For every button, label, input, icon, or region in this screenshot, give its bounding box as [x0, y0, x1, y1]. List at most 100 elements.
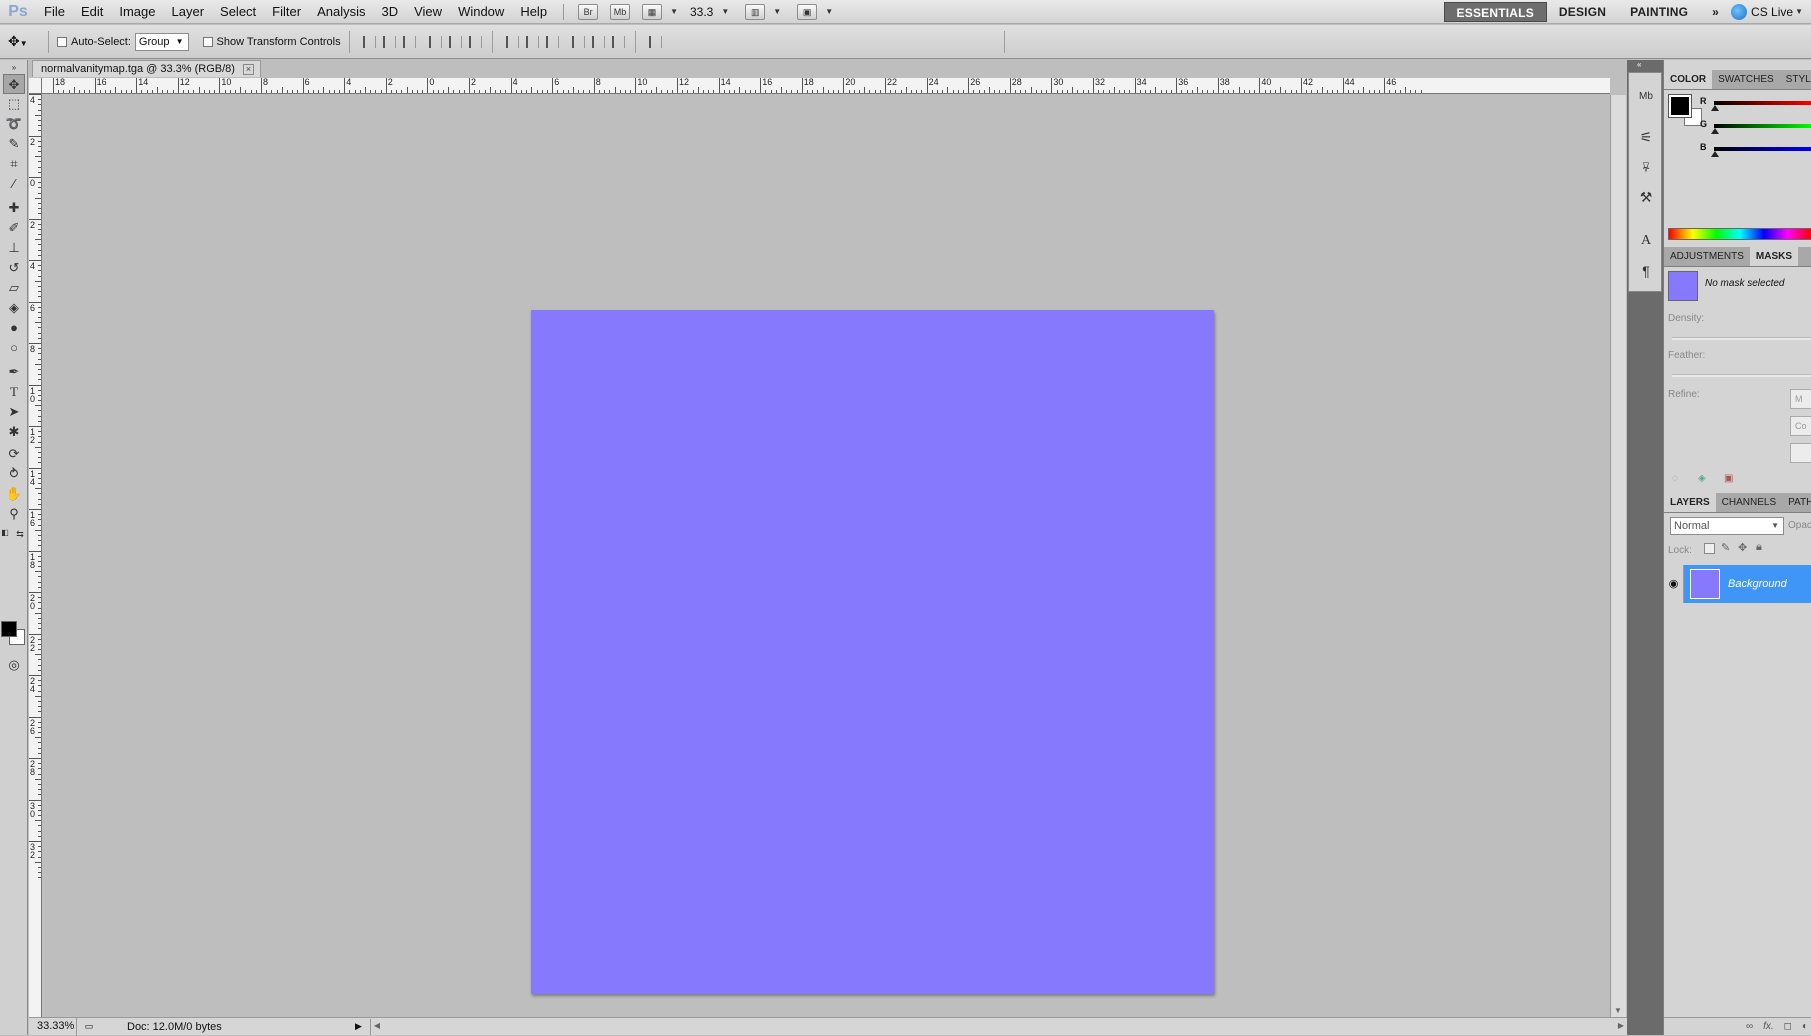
menu-filter[interactable]: Filter	[264, 0, 309, 24]
distribute-top-edges-icon[interactable]	[503, 34, 519, 50]
view-extras-button[interactable]: ▦	[642, 3, 663, 20]
tab-paths[interactable]: PATHS	[1782, 493, 1811, 512]
chevron-down-icon[interactable]: ▼	[773, 7, 781, 16]
tool-presets-panel-icon[interactable]: ⚒	[1636, 187, 1656, 207]
green-slider-track[interactable]	[1714, 124, 1811, 128]
tab-swatches[interactable]: SWATCHES	[1712, 70, 1780, 89]
blue-slider[interactable]: B	[1700, 142, 1811, 157]
layer-name[interactable]: Background	[1728, 578, 1787, 590]
workspace-painting[interactable]: PAINTING	[1618, 2, 1700, 22]
menu-image[interactable]: Image	[111, 0, 163, 24]
document-workspace[interactable]	[43, 95, 1610, 1017]
cs-live-button[interactable]: CS Live ▼	[1731, 3, 1811, 20]
show-transform-controls-checkbox[interactable]: Show Transform Controls	[202, 36, 341, 48]
menu-view[interactable]: View	[406, 0, 450, 24]
red-slider-thumb[interactable]	[1711, 105, 1719, 111]
vertical-ruler[interactable]: 4 2 0 2 4 6 8 1 0 1 2 1 4 1 6 1 8 2 0 2 2 2 4 2 6 2 8 3 0…	[29, 94, 42, 1017]
status-zoom-field[interactable]: 33.33%	[29, 1017, 77, 1036]
collapse-toolbox-icon[interactable]: »	[3, 62, 25, 74]
chevron-down-icon[interactable]: ▼	[670, 7, 678, 16]
scroll-down-arrow-icon[interactable]: ▼	[1614, 1006, 1622, 1015]
clone-stamp-tool-icon[interactable]: ⊥	[3, 238, 25, 258]
swap-colors-icon[interactable]: ⇆	[14, 528, 26, 540]
blend-mode-select[interactable]: Normal ▼	[1670, 517, 1784, 535]
menu-help[interactable]: Help	[512, 0, 555, 24]
feather-slider[interactable]	[1672, 374, 1811, 377]
chevron-down-icon[interactable]: ▼	[825, 7, 833, 16]
lock-all-icon[interactable]: 🔒︎	[1756, 541, 1762, 554]
auto-select-target-select[interactable]: Group ▼	[134, 32, 189, 51]
align-bottom-edges-icon[interactable]	[400, 34, 416, 50]
auto-align-layers-icon[interactable]	[646, 34, 662, 50]
distribute-horizontal-centers-icon[interactable]	[589, 34, 605, 50]
checkbox-box[interactable]	[57, 36, 67, 47]
spot-healing-brush-tool-icon[interactable]: ✚	[3, 198, 25, 218]
blur-tool-icon[interactable]: ●	[3, 318, 25, 338]
default-colors-icon[interactable]: ◧	[0, 528, 10, 538]
bridge-button[interactable]: Br	[578, 3, 599, 20]
distribute-right-edges-icon[interactable]	[609, 34, 625, 50]
invert-button[interactable]	[1790, 443, 1811, 463]
red-slider-track[interactable]	[1714, 101, 1811, 105]
color-range-button[interactable]: Co	[1790, 416, 1811, 436]
custom-shape-tool-icon[interactable]: ✱	[3, 422, 25, 442]
checkbox-box[interactable]	[202, 36, 213, 47]
quick-mask-icon[interactable]: ◎	[3, 655, 25, 675]
layer-row-background[interactable]: ◉ Background	[1664, 565, 1811, 603]
dodge-tool-icon[interactable]: ○	[3, 338, 25, 358]
lock-pixels-icon[interactable]: ✎	[1721, 541, 1730, 554]
red-slider[interactable]: R	[1700, 96, 1811, 111]
menu-edit[interactable]: Edit	[73, 0, 111, 24]
menu-window[interactable]: Window	[450, 0, 512, 24]
type-tool-icon[interactable]: T	[3, 382, 25, 402]
hand-tool-icon[interactable]: ✋	[3, 484, 25, 504]
color-spectrum-bar[interactable]	[1668, 228, 1811, 240]
tab-channels[interactable]: CHANNELS	[1716, 493, 1782, 512]
vertical-scrollbar[interactable]: ▼	[1610, 95, 1626, 1017]
color-panel-foreground-swatch[interactable]	[1668, 94, 1692, 118]
eye-icon[interactable]: ◉	[1664, 565, 1684, 603]
green-slider[interactable]: G	[1700, 119, 1811, 134]
eraser-tool-icon[interactable]: ▱	[3, 278, 25, 298]
horizontal-scrollbar[interactable]: ◀ ▶	[369, 1018, 1627, 1035]
align-horizontal-centers-icon[interactable]	[446, 34, 462, 50]
green-slider-thumb[interactable]	[1711, 128, 1719, 134]
rectangular-marquee-tool-icon[interactable]: ⬚	[3, 94, 25, 114]
zoom-level-field[interactable]: 33.3	[690, 5, 713, 19]
add-mask-icon[interactable]: ◻	[1784, 1018, 1792, 1035]
pen-tool-icon[interactable]: ✒	[3, 362, 25, 382]
workspace-more-button[interactable]: »	[1700, 2, 1731, 22]
menu-layer[interactable]: Layer	[164, 0, 213, 24]
move-tool-preset-icon[interactable]: ✥▼	[8, 33, 40, 50]
ruler-origin[interactable]	[29, 78, 42, 94]
distribute-left-edges-icon[interactable]	[569, 34, 585, 50]
tab-styles[interactable]: STYLES	[1780, 70, 1811, 89]
zoom-tool-icon[interactable]: ⚲	[3, 504, 25, 524]
link-layers-icon[interactable]: ∞	[1746, 1018, 1753, 1035]
workspace-design[interactable]: DESIGN	[1547, 2, 1618, 22]
distribute-vertical-centers-icon[interactable]	[523, 34, 539, 50]
menu-select[interactable]: Select	[212, 0, 264, 24]
workspace-essentials[interactable]: ESSENTIALS	[1443, 1, 1547, 22]
density-slider[interactable]	[1672, 337, 1811, 340]
lock-position-icon[interactable]: ✥	[1738, 541, 1747, 554]
3d-rotate-tool-icon[interactable]: ⟳	[3, 444, 25, 464]
lasso-tool-icon[interactable]: ➰	[3, 114, 25, 134]
chevron-down-icon[interactable]: ▼	[721, 7, 729, 16]
eyedropper-tool-icon[interactable]: ⁄	[3, 174, 25, 194]
close-icon[interactable]: ×	[242, 63, 254, 75]
scroll-left-arrow-icon[interactable]: ◀	[374, 1021, 380, 1030]
align-left-edges-icon[interactable]	[426, 34, 442, 50]
align-right-edges-icon[interactable]	[466, 34, 482, 50]
document-canvas[interactable]	[531, 310, 1214, 994]
align-vertical-centers-icon[interactable]	[380, 34, 396, 50]
3d-orbit-tool-icon[interactable]: ⥁	[3, 464, 25, 484]
align-top-edges-icon[interactable]	[360, 34, 376, 50]
arrange-documents-button[interactable]: ▥	[745, 3, 766, 20]
tab-adjustments[interactable]: ADJUSTMENTS	[1664, 247, 1750, 266]
menu-3d[interactable]: 3D	[373, 0, 406, 24]
quick-selection-tool-icon[interactable]: ✎	[3, 134, 25, 154]
menu-analysis[interactable]: Analysis	[309, 0, 373, 24]
fx-icon[interactable]: fx.	[1763, 1018, 1774, 1035]
load-selection-icon[interactable]: ◌	[1672, 473, 1678, 484]
